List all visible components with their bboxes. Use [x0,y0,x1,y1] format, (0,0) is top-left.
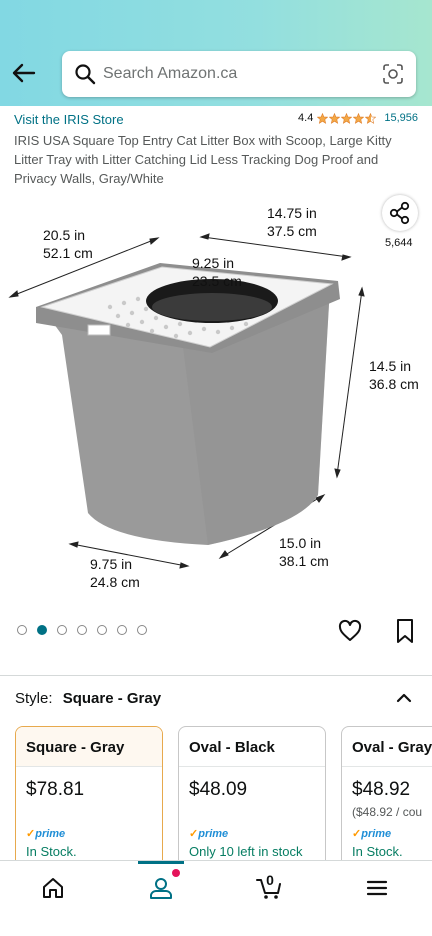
star-icon [317,112,329,124]
carousel-dot[interactable] [77,625,87,635]
rating-summary[interactable]: 4.4 15,956 [298,112,418,124]
style-label: Style: [15,690,53,707]
system-bar [0,912,432,936]
carousel-dot[interactable] [97,625,107,635]
search-input[interactable]: Search Amazon.ca [62,51,416,97]
option-unit-price [16,801,162,819]
home-icon [43,878,63,898]
dimension-bottom-depth: 15.0 in 38.1 cm [279,535,329,569]
search-icon [75,64,96,85]
option-unit-price [179,801,325,819]
option-stock: Only 10 left in stock [189,844,303,859]
top-header: Search Amazon.ca [0,0,432,106]
style-option-card[interactable]: Oval - Gray $48.92 ($48.92 / cou ✓prime … [341,726,432,866]
save-button[interactable] [394,618,416,644]
star-icon [329,112,341,124]
style-value: Square - Gray [62,690,162,707]
share-count: 5,644 [385,237,413,249]
option-unit-price: ($48.92 / cou [352,805,423,819]
option-name: Square - Gray [16,727,162,767]
carousel-dot[interactable] [117,625,127,635]
option-stock: In Stock. [352,844,403,859]
store-link[interactable]: Visit the IRIS Store [14,112,124,127]
option-stock: In Stock. [26,844,77,859]
style-option-card[interactable]: Oval - Black $48.09 ✓prime Only 10 left … [178,726,326,866]
search-placeholder: Search Amazon.ca [103,65,238,82]
rating-value: 4.4 [298,112,314,124]
style-options: Square - Gray $78.81 ✓prime In Stock. Ov… [15,726,432,866]
bottom-navigation: 0 [0,860,432,912]
style-option-card[interactable]: Square - Gray $78.81 ✓prime In Stock. [15,726,163,866]
image-carousel-dots [17,625,147,635]
check-icon: ✓ [352,828,362,840]
carousel-dot[interactable] [17,625,27,635]
star-icon [353,112,365,124]
account-icon [150,878,172,899]
option-price: $78.81 [26,779,85,800]
back-arrow-icon [12,63,36,83]
option-price: $48.92 [352,779,411,800]
carousel-dot-active[interactable] [37,625,47,635]
rating-count[interactable]: 15,956 [384,112,418,124]
prime-badge: ✓prime [352,828,392,840]
nav-menu[interactable] [324,861,432,913]
option-name: Oval - Gray [342,727,432,767]
wishlist-button[interactable] [338,619,362,643]
prime-badge: ✓prime [189,828,229,840]
chevron-up-icon[interactable] [394,688,414,708]
option-price: $48.09 [189,779,248,800]
dimension-height: 14.5 in 36.8 cm [369,358,419,392]
check-icon: ✓ [189,828,199,840]
star-icon [341,112,353,124]
product-title: IRIS USA Square Top Entry Cat Litter Box… [14,133,392,186]
share-icon [389,201,410,225]
carousel-dot[interactable] [57,625,67,635]
dimension-bottom-width: 9.75 in 24.8 cm [90,556,140,590]
store-rating-row: Visit the IRIS Store 4.4 15,956 [14,112,420,128]
star-rating [317,112,377,124]
style-selector-header[interactable]: Style: Square - Gray [15,690,420,712]
check-icon: ✓ [26,828,36,840]
nav-cart[interactable]: 0 [216,861,324,913]
half-star-icon [365,112,377,124]
divider [0,675,432,676]
dimension-depth-top: 20.5 in 52.1 cm [43,227,93,261]
share-button[interactable] [382,195,418,231]
heart-icon [338,619,362,641]
nav-home[interactable] [0,861,108,913]
cart-count: 0 [266,872,274,888]
carousel-dot[interactable] [137,625,147,635]
nav-account[interactable] [108,861,216,913]
option-name: Oval - Black [179,727,325,767]
notification-dot [172,869,180,877]
bookmark-icon [397,619,413,643]
camera-lens-icon[interactable] [382,63,404,85]
prime-badge: ✓prime [26,828,66,840]
back-button[interactable] [8,58,38,88]
menu-icon [366,880,388,896]
dimension-opening: 9.25 in 23.5 cm [192,255,242,289]
product-image[interactable]: 20.5 in 52.1 cm 14.75 in 37.5 cm 9.25 in… [0,195,432,615]
dimension-width-top: 14.75 in 37.5 cm [267,205,317,239]
